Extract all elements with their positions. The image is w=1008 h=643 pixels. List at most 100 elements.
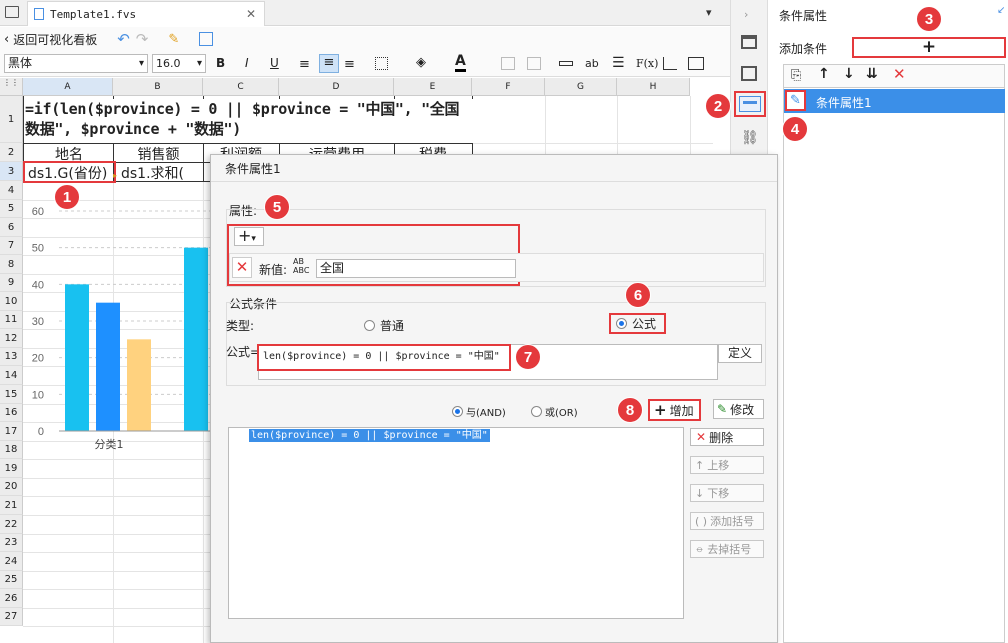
column-header[interactable]: H xyxy=(617,78,690,96)
column-header[interactable]: G xyxy=(545,78,617,96)
row-header[interactable]: 7 xyxy=(0,237,23,255)
row-header[interactable]: 25 xyxy=(0,571,23,589)
row-header[interactable]: 16 xyxy=(0,404,23,422)
row-header[interactable]: 23 xyxy=(0,534,23,552)
row-header[interactable]: 2 xyxy=(0,143,23,162)
remove-attr-icon[interactable]: ✕ xyxy=(232,257,252,278)
row-header[interactable]: 21 xyxy=(0,496,23,515)
row-header[interactable]: 24 xyxy=(0,552,23,571)
move-bottom-icon[interactable]: ⇊ xyxy=(866,66,878,82)
chart-bar[interactable] xyxy=(65,284,89,431)
row-header[interactable]: 4 xyxy=(0,181,23,200)
italic-button[interactable]: I xyxy=(245,56,249,70)
chart-bar[interactable] xyxy=(96,302,120,431)
font-select[interactable]: 黑体 ▾ xyxy=(4,54,148,73)
column-header[interactable]: A xyxy=(23,78,113,96)
bold-button[interactable]: B xyxy=(216,56,225,70)
row-header[interactable]: 3 xyxy=(0,162,23,181)
close-icon[interactable]: ✕ xyxy=(246,7,256,21)
row-header[interactable]: 19 xyxy=(0,459,23,478)
template-tab[interactable]: Template1.fvs ✕ xyxy=(27,1,265,26)
underline-button[interactable]: U xyxy=(270,56,279,70)
row-header[interactable]: 22 xyxy=(0,515,23,534)
column-header[interactable]: E xyxy=(394,78,472,96)
font-color-icon[interactable]: A xyxy=(455,53,466,72)
row-header[interactable]: 26 xyxy=(0,589,23,608)
align-left-icon[interactable]: ≡ xyxy=(299,57,310,72)
type-formula-radio[interactable]: 公式 xyxy=(609,313,666,334)
cell-b3[interactable]: ds1.求和( xyxy=(121,163,206,181)
row-header[interactable]: 15 xyxy=(0,385,23,404)
type-normal-radio[interactable]: 普通 xyxy=(364,317,404,334)
modify-button[interactable]: ✎ 修改 xyxy=(713,399,764,419)
row-header[interactable]: 10 xyxy=(0,292,23,311)
row-header[interactable]: 5 xyxy=(0,200,23,218)
bar-chart[interactable]: 60 50 40 30 20 10 0 分类1 xyxy=(24,199,214,459)
and-radio[interactable]: 与(AND) xyxy=(452,404,506,419)
or-radio[interactable]: 或(OR) xyxy=(531,404,578,419)
cell-attr-icon[interactable] xyxy=(741,35,757,49)
column-header[interactable]: F xyxy=(472,78,545,96)
row-header[interactable]: 17 xyxy=(0,422,23,441)
remove-paren-button[interactable]: ⦵ 去掉括号 xyxy=(690,540,764,558)
delete-icon[interactable]: ✕ xyxy=(893,65,906,83)
insert-icon[interactable] xyxy=(559,61,573,66)
row-header[interactable]: 1 xyxy=(0,96,23,143)
value-type-icon[interactable]: AB ABC xyxy=(293,257,311,275)
size-select[interactable]: 16.0 ▾ xyxy=(152,54,206,73)
back-button[interactable]: ‹ 返回可视化看板 xyxy=(4,31,97,48)
hyperlink-icon[interactable]: ⛓ xyxy=(741,130,759,146)
align-center-icon[interactable]: ≡ xyxy=(319,54,339,73)
row-header[interactable]: 6 xyxy=(0,218,23,237)
text-button[interactable]: ab xyxy=(585,57,599,70)
formula-input[interactable]: len($province) = 0 || $province = "中国" xyxy=(257,344,511,371)
add-paren-button[interactable]: ( ) 添加括号 xyxy=(690,512,764,530)
condition-expression-item[interactable]: len($province) = 0 || $province = "中国" xyxy=(249,429,490,442)
menu-icon[interactable] xyxy=(5,6,19,18)
undo-icon[interactable]: ↶ xyxy=(117,30,130,48)
border-icon[interactable] xyxy=(375,57,388,70)
move-down-button[interactable]: ↓ 下移 xyxy=(690,484,764,502)
column-header[interactable]: C xyxy=(203,78,279,96)
row-header[interactable]: 13 xyxy=(0,348,23,366)
row-header[interactable]: 9 xyxy=(0,274,23,292)
redo-icon[interactable]: ↷ xyxy=(136,30,149,48)
merge-icon[interactable] xyxy=(501,57,515,70)
add-condition-btn[interactable]: + 增加 xyxy=(648,399,701,421)
move-up-button[interactable]: ↑ 上移 xyxy=(690,456,764,474)
new-value-input[interactable]: 全国 xyxy=(316,259,516,278)
row-header[interactable]: 20 xyxy=(0,478,23,496)
preview-icon[interactable] xyxy=(199,32,214,46)
tab-menu-icon[interactable]: ▾ xyxy=(706,6,720,19)
row-header[interactable]: 27 xyxy=(0,608,23,626)
define-button[interactable]: 定义 xyxy=(718,344,762,363)
widget-icon[interactable] xyxy=(741,66,757,81)
chart-bar[interactable] xyxy=(127,339,151,431)
cell-a1-formula[interactable]: =if(len($province) = 0 || $province = "中… xyxy=(25,99,473,143)
column-header[interactable]: B xyxy=(113,78,203,96)
delete-button[interactable]: ✕ 删除 xyxy=(690,428,764,446)
row-header[interactable]: 8 xyxy=(0,255,23,274)
cell-b2[interactable]: 销售额 xyxy=(114,144,203,164)
split-icon[interactable] xyxy=(527,57,541,70)
chart-bar[interactable] xyxy=(184,247,208,431)
chart-icon[interactable] xyxy=(663,57,677,70)
row-header[interactable]: 14 xyxy=(0,366,23,385)
panel-collapse-icon[interactable]: ↙ xyxy=(997,5,1005,16)
edit-icon[interactable]: ✎ xyxy=(785,90,806,111)
paragraph-icon[interactable]: ☰ xyxy=(612,55,625,71)
fill-color-icon[interactable]: ◈ xyxy=(416,55,426,70)
formula-button[interactable]: F(x) xyxy=(636,57,658,70)
move-up-icon[interactable]: ↑ xyxy=(818,66,830,82)
format-painter-icon[interactable]: ✎ xyxy=(168,32,179,47)
row-header[interactable]: 18 xyxy=(0,441,23,459)
copy-icon[interactable]: ⎘ xyxy=(791,68,801,83)
row-header[interactable]: 11 xyxy=(0,311,23,329)
column-header[interactable]: D xyxy=(279,78,394,96)
move-down-icon[interactable]: ↓ xyxy=(843,66,855,82)
add-attr-button[interactable]: +▾ xyxy=(234,227,264,246)
image-icon[interactable] xyxy=(688,57,704,70)
row-header[interactable]: 12 xyxy=(0,329,23,348)
add-condition-button[interactable]: + xyxy=(852,37,1006,58)
expand-icon[interactable]: › xyxy=(744,8,748,21)
